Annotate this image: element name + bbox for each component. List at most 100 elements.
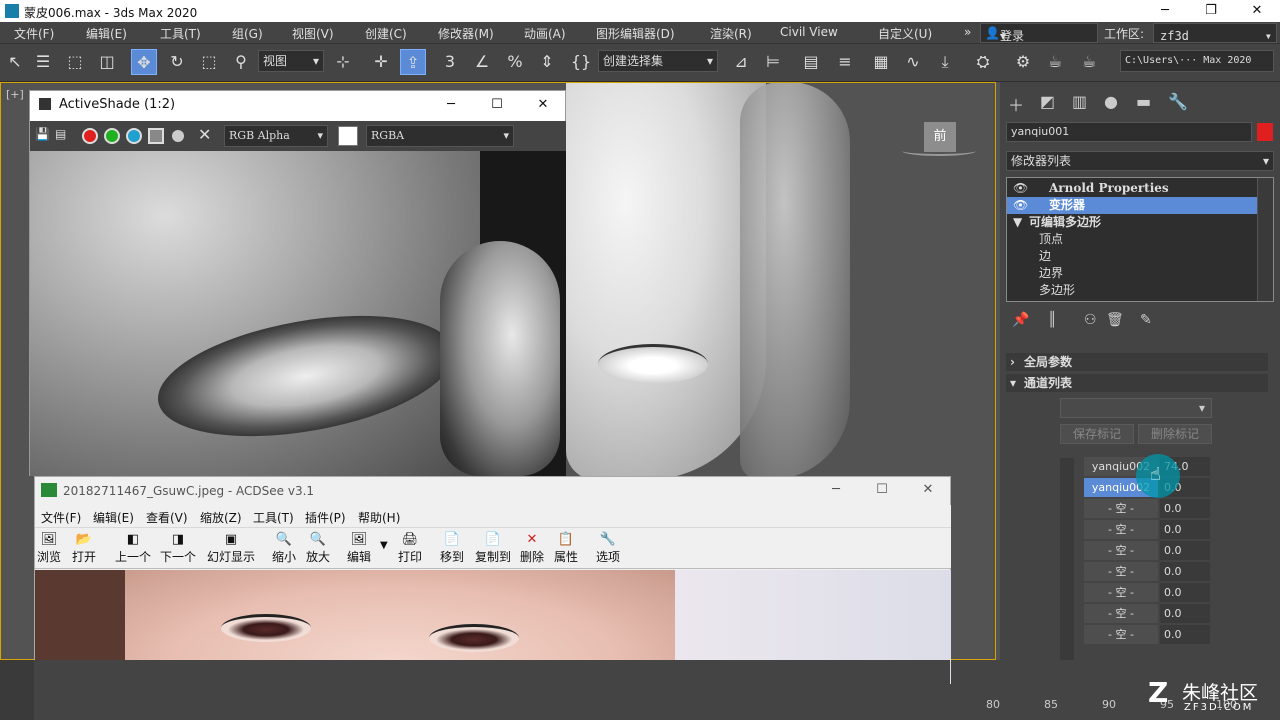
make-unique-icon[interactable]: ⚇ — [1084, 312, 1097, 328]
select-and-move-icon[interactable]: ✥ — [131, 49, 157, 75]
edit-named-selection-icon[interactable]: {} — [568, 49, 594, 75]
utilities-tab-icon[interactable]: 🔧 — [1168, 92, 1188, 111]
toggle-ribbon-icon[interactable]: ≡ — [832, 49, 858, 75]
clear-icon[interactable]: ✕ — [198, 125, 211, 144]
channel-value[interactable]: 0.0 — [1160, 625, 1210, 644]
stack-sub-edge[interactable]: 边 — [1007, 248, 1257, 265]
channel-value[interactable]: 0.0 — [1160, 499, 1210, 518]
channel-value[interactable]: 0.0 — [1160, 604, 1210, 623]
select-and-rotate-icon[interactable]: ↻ — [164, 49, 190, 75]
object-name-field[interactable]: yanqiu001 — [1006, 122, 1252, 142]
create-tab-icon[interactable]: ＋ — [1008, 92, 1024, 116]
rollout-global-params[interactable]: › 全局参数 — [1006, 353, 1268, 371]
properties-button[interactable]: 📋 属性 — [554, 532, 578, 565]
channel-row[interactable]: - 空 -0.0 — [1080, 562, 1215, 581]
named-selection-set-dropdown[interactable]: 创建选择集 ▾ — [598, 50, 718, 72]
show-end-result-icon[interactable]: ║ — [1048, 312, 1056, 328]
rollout-channel-list[interactable]: ▾ 通道列表 — [1006, 374, 1268, 392]
menu-view[interactable]: 视图(V) — [292, 25, 334, 42]
channel-value[interactable]: 0.0 — [1160, 541, 1210, 560]
maximize-button[interactable]: ❐ — [1188, 0, 1234, 22]
hierarchy-tab-icon[interactable]: ▥ — [1072, 92, 1087, 111]
menu-civil-view[interactable]: Civil View — [780, 25, 838, 39]
curve-editor-icon[interactable]: ∿ — [900, 49, 926, 75]
menu-graph-editors[interactable]: 图形编辑器(D) — [596, 25, 675, 42]
stack-sub-border[interactable]: 边界 — [1007, 265, 1257, 282]
display-channel-dropdown[interactable]: RGB Alpha ▾ — [224, 125, 328, 147]
menu-modifiers[interactable]: 修改器(M) — [438, 25, 494, 42]
chevron-down-icon[interactable]: ▼ — [380, 540, 388, 551]
menu-animation[interactable]: 动画(A) — [524, 25, 566, 42]
minimize-button[interactable]: ─ — [813, 479, 859, 501]
menu-file[interactable]: 文件(F) — [14, 25, 54, 42]
pivot-center-icon[interactable]: ⊹ — [330, 49, 356, 75]
edit-button[interactable]: 🖼 编辑 — [347, 532, 371, 565]
channel-name[interactable]: - 空 - — [1084, 583, 1158, 602]
schematic-view-icon[interactable]: ▦ — [868, 49, 894, 75]
stack-sub-polygon[interactable]: 多边形 — [1007, 282, 1257, 299]
move-to-button[interactable]: 📄 移到 — [440, 532, 464, 565]
acdsee-menu-edit[interactable]: 编辑(E) — [93, 509, 134, 526]
pin-stack-icon[interactable]: 📌 — [1012, 312, 1029, 328]
modify-tab-icon[interactable]: ◩ — [1040, 92, 1055, 111]
stack-scrollbar[interactable] — [1257, 178, 1273, 301]
acdsee-menu-help[interactable]: 帮助(H) — [358, 509, 400, 526]
close-button[interactable]: ✕ — [1234, 0, 1280, 22]
green-channel-icon[interactable] — [104, 128, 120, 144]
remove-modifier-icon[interactable]: 🗑 — [1106, 312, 1124, 328]
maximize-button[interactable]: ☐ — [859, 479, 905, 501]
channel-row[interactable]: - 空 -0.0 — [1080, 520, 1215, 539]
configure-sets-icon[interactable]: ✎ — [1140, 312, 1152, 328]
acdsee-menu-zoom[interactable]: 缩放(Z) — [200, 509, 242, 526]
minimize-button[interactable]: ─ — [428, 94, 474, 116]
channel-row[interactable]: - 空 -0.0 — [1080, 625, 1215, 644]
stack-item-morpher[interactable]: 👁 变形器 — [1007, 197, 1257, 214]
motion-tab-icon[interactable]: ● — [1104, 92, 1118, 111]
copy-image-icon[interactable]: ▤ — [55, 127, 66, 141]
menu-edit[interactable]: 编辑(E) — [86, 25, 127, 42]
project-path-field[interactable]: C:\Users\··· Max 2020 — [1120, 50, 1274, 72]
close-button[interactable]: ✕ — [520, 94, 566, 116]
channel-name[interactable]: - 空 - — [1084, 562, 1158, 581]
previous-button[interactable]: ◧ 上一个 — [115, 532, 151, 565]
display-tab-icon[interactable]: ▬ — [1136, 92, 1151, 111]
eye-icon[interactable]: 👁 — [1013, 197, 1028, 214]
snaps-toggle-icon[interactable]: 3 — [437, 49, 463, 75]
slideshow-button[interactable]: ▣ 幻灯显示 — [207, 532, 255, 565]
browse-button[interactable]: 🖼 浏览 — [37, 532, 61, 565]
marker-dropdown[interactable]: ▾ — [1060, 398, 1212, 418]
channel-name[interactable]: - 空 - — [1084, 520, 1158, 539]
activeshade-render-area[interactable] — [30, 151, 566, 476]
maximize-button[interactable]: ☐ — [474, 94, 520, 116]
reference-coordinate-dropdown[interactable]: 视图 ▾ — [258, 50, 324, 72]
channel-scrollbar[interactable] — [1060, 458, 1074, 660]
zoom-out-button[interactable]: 🔍 缩小 — [272, 532, 296, 565]
render-setup-icon[interactable]: ⛭ — [970, 49, 996, 75]
select-object-icon[interactable]: ↖ — [2, 49, 28, 75]
menu-customize[interactable]: 自定义(U) — [878, 25, 932, 42]
select-manipulate-icon[interactable]: ✛ — [368, 49, 394, 75]
align-icon[interactable]: ⊨ — [760, 49, 786, 75]
color-swatch[interactable] — [338, 126, 358, 146]
render-production-icon[interactable]: ☕ — [1042, 49, 1068, 75]
menu-create[interactable]: 创建(C) — [365, 25, 407, 42]
angle-snap-icon[interactable]: ∠ — [469, 49, 495, 75]
keyboard-shortcut-override-icon[interactable]: ⇪ — [400, 49, 426, 75]
login-dropdown[interactable]: 👤 登录 ▾ — [980, 23, 1098, 43]
stack-item-editable-poly[interactable]: ▼ 可编辑多边形 — [1007, 214, 1257, 231]
blue-channel-icon[interactable] — [126, 128, 142, 144]
mono-icon[interactable] — [172, 130, 184, 142]
open-button[interactable]: 📂 打开 — [72, 532, 96, 565]
print-button[interactable]: 🖨 打印 — [398, 532, 422, 565]
options-button[interactable]: 🔧 选项 — [596, 532, 620, 565]
channel-value[interactable]: 0.0 — [1160, 562, 1210, 581]
channel-value[interactable]: 0.0 — [1160, 583, 1210, 602]
maxscript-listener[interactable] — [0, 660, 34, 720]
close-button[interactable]: ✕ — [905, 479, 951, 501]
object-color-swatch[interactable] — [1257, 123, 1273, 141]
material-editor-icon[interactable]: ⤓ — [932, 49, 958, 75]
acdsee-menu-view[interactable]: 查看(V) — [146, 509, 188, 526]
viewcube-ring[interactable] — [902, 146, 976, 156]
stack-item-arnold[interactable]: 👁 Arnold Properties — [1007, 180, 1257, 197]
copy-to-button[interactable]: 📄 复制到 — [475, 532, 511, 565]
